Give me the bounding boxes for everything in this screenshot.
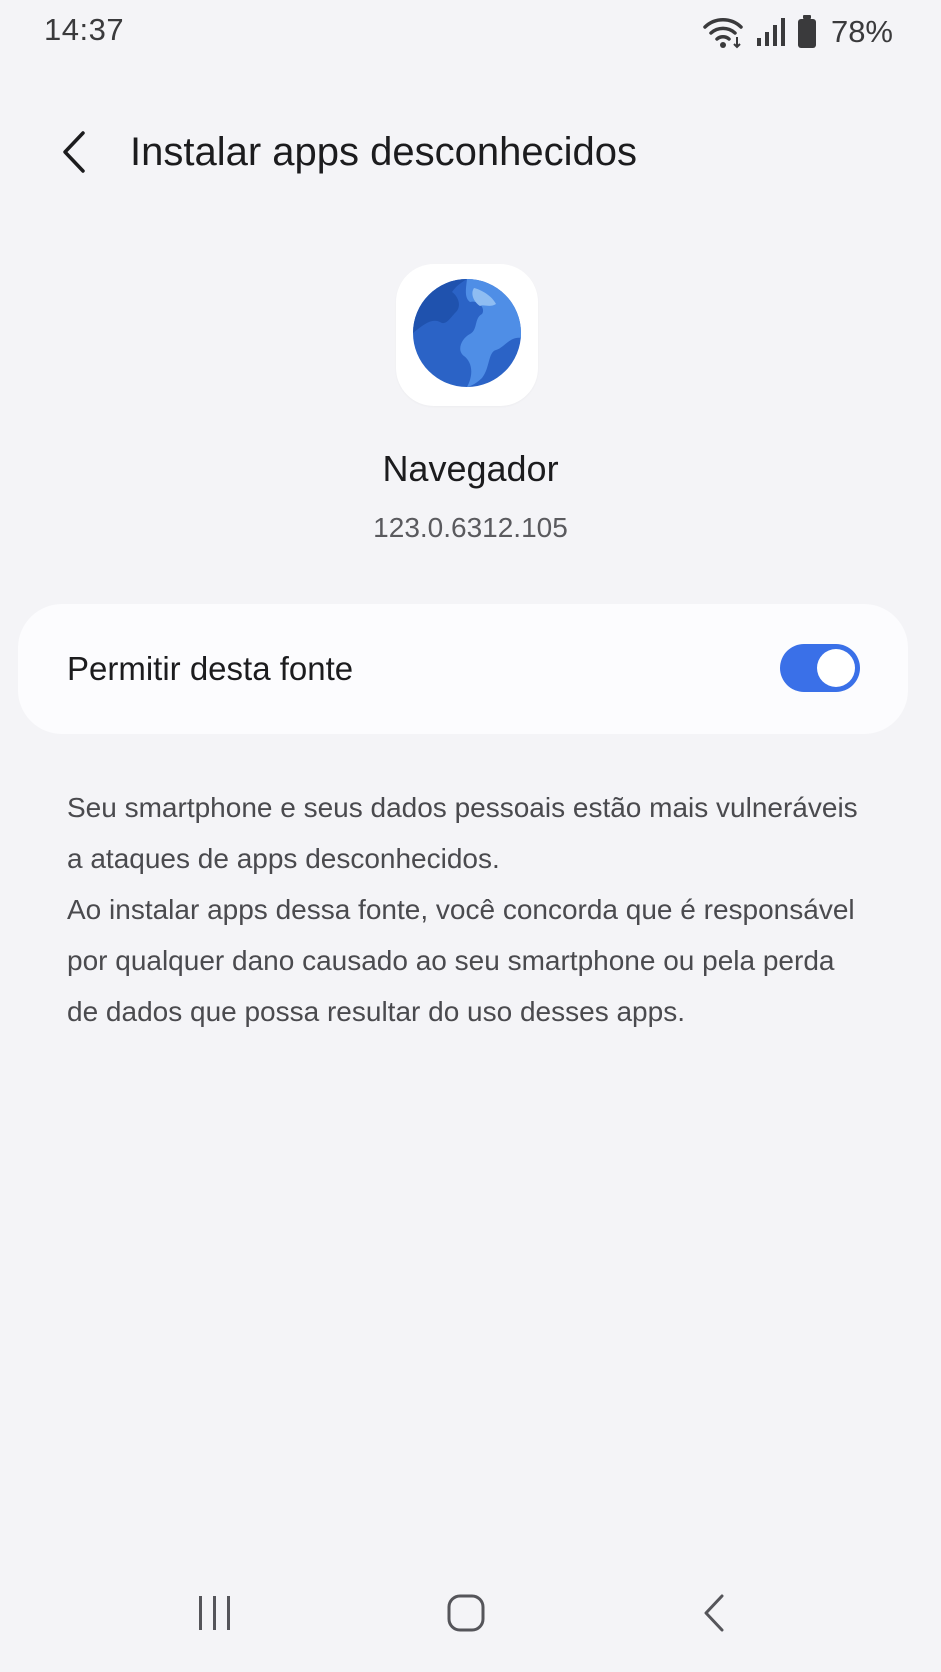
- back-button[interactable]: [44, 124, 104, 184]
- allow-source-label: Permitir desta fonte: [67, 650, 354, 687]
- chevron-left-icon: [59, 130, 89, 179]
- page-title: Instalar apps desconhecidos: [130, 130, 637, 174]
- wifi-icon: [701, 15, 745, 49]
- toggle-knob: [817, 649, 855, 687]
- status-bar: 14:37 78%: [0, 0, 941, 62]
- battery-percentage: 78%: [830, 14, 893, 49]
- recents-icon: [195, 1593, 235, 1638]
- signal-icon: [755, 16, 787, 48]
- app-version: 123.0.6312.105: [373, 512, 568, 543]
- back-icon: [700, 1593, 730, 1638]
- allow-source-toggle[interactable]: [780, 644, 860, 692]
- app-icon: [396, 264, 538, 406]
- warning-text-1: Seu smartphone e seus dados pessoais est…: [67, 792, 858, 874]
- home-icon: [446, 1593, 486, 1638]
- allow-source-setting[interactable]: Permitir desta fonte: [18, 604, 908, 734]
- status-icons: 78%: [701, 12, 893, 52]
- recents-button[interactable]: [180, 1580, 250, 1650]
- app-name: Navegador: [382, 448, 559, 489]
- app-bar: Instalar apps desconhecidos: [0, 118, 941, 190]
- warning-description: Seu smartphone e seus dados pessoais est…: [67, 782, 867, 1037]
- home-button[interactable]: [431, 1580, 501, 1650]
- navigation-bar: [0, 1580, 941, 1650]
- warning-text-2: Ao instalar apps dessa fonte, você conco…: [67, 894, 855, 1027]
- battery-icon: [797, 15, 817, 49]
- system-back-button[interactable]: [680, 1580, 750, 1650]
- globe-icon: [412, 278, 522, 393]
- status-time: 14:37: [44, 12, 125, 47]
